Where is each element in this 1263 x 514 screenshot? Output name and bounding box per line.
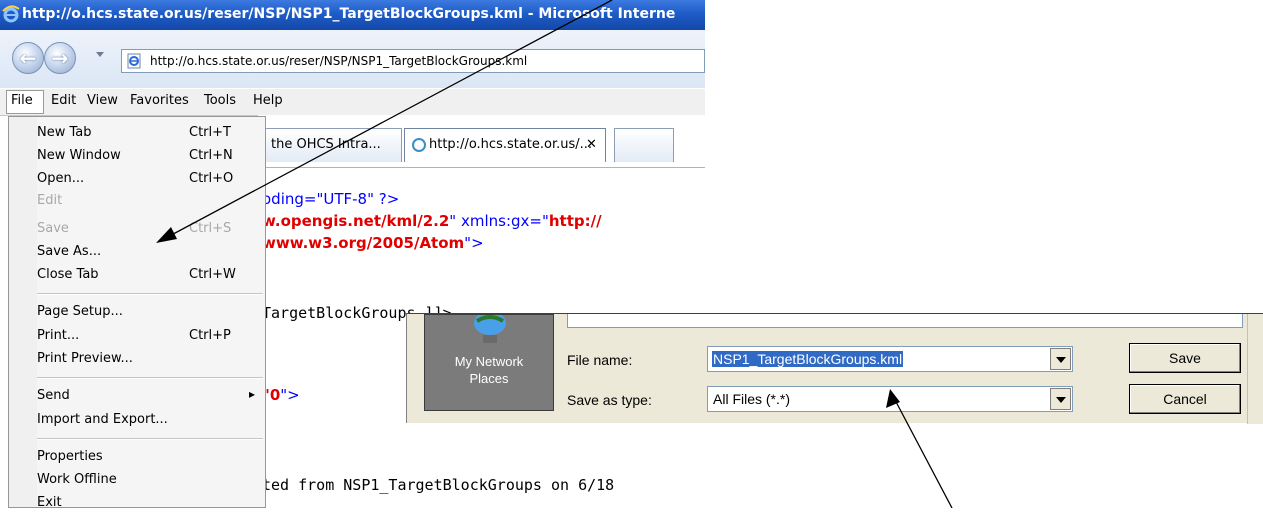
places-label-line-1: My Network [454, 354, 524, 369]
submenu-arrow-icon: ▸ [249, 387, 256, 401]
xml-line-2: w.opengis.net/kml/2.2" xmlns:gx="http:// [262, 212, 602, 230]
tab-ohcs-intranet[interactable]: the OHCS Intra... [258, 128, 402, 162]
my-network-places-button[interactable]: My Network Places [424, 314, 554, 411]
menu-item-exit[interactable]: Exit [9, 492, 265, 514]
xml-close: "> [464, 234, 484, 252]
menu-favorites[interactable]: Favorites [130, 93, 189, 108]
save-button[interactable]: Save [1129, 343, 1241, 373]
menu-item-print[interactable]: Print... Ctrl+P [9, 325, 265, 347]
menu-item-label: Save As... [37, 244, 102, 259]
chevron-down-icon[interactable] [1050, 348, 1071, 370]
menu-item-page-setup[interactable]: Page Setup... [9, 301, 265, 323]
menu-item-label: Work Offline [37, 472, 117, 487]
cancel-button[interactable]: Cancel [1129, 384, 1241, 414]
tab-label: the OHCS Intra... [271, 137, 381, 152]
menu-item-properties[interactable]: Properties [9, 446, 265, 468]
xml-line-3: www.w3.org/2005/Atom"> [262, 234, 484, 252]
menu-item-save-as[interactable]: Save As... [9, 241, 265, 263]
menu-item-shortcut: Ctrl+O [189, 171, 234, 186]
xml-line-1: oding="UTF-8" ?> [262, 190, 400, 208]
menu-item-label: Page Setup... [37, 304, 123, 319]
menu-item-new-tab[interactable]: New Tab Ctrl+T [9, 122, 265, 144]
tab-row: the OHCS Intra... http://o.hcs.state.or.… [258, 115, 705, 167]
dialog-edge [1247, 314, 1263, 424]
loading-icon [412, 138, 426, 152]
menu-tools[interactable]: Tools [204, 93, 236, 108]
xml-namespace-kml: w.opengis.net/kml/2.2 [262, 212, 450, 230]
save-as-type-combo[interactable]: All Files (*.*) [707, 386, 1073, 412]
save-as-dialog: My Network Places File name: NSP1_Target… [406, 313, 1263, 424]
title-bar: http://o.hcs.state.or.us/reser/NSP/NSP1_… [0, 0, 705, 30]
menu-item-label: Properties [37, 449, 103, 464]
network-globe-icon [474, 315, 506, 343]
folder-list-field[interactable] [567, 314, 1243, 328]
menu-item-label: New Tab [37, 125, 92, 140]
menu-item-label: Open... [37, 171, 85, 186]
menu-item-label: New Window [37, 148, 121, 163]
menu-item-label: Send [37, 388, 70, 403]
address-text: http://o.hcs.state.or.us/reser/NSP/NSP1_… [150, 54, 528, 68]
back-button[interactable]: ← [12, 42, 44, 74]
menu-item-send[interactable]: Send ▸ [9, 385, 265, 407]
xml-namespace-atom: www.w3.org/2005/Atom [262, 234, 465, 252]
history-dropdown-icon[interactable] [96, 52, 104, 57]
xml-line-5: "0"> [262, 386, 300, 404]
menu-item-label: Edit [37, 193, 63, 208]
menu-item-shortcut: Ctrl+N [189, 148, 233, 163]
back-arrow-icon: ← [19, 46, 37, 70]
menu-item-label: Import and Export... [37, 412, 168, 427]
ie-logo-icon [2, 5, 20, 23]
menu-separator [37, 377, 263, 379]
chevron-down-icon[interactable] [1050, 388, 1071, 410]
menu-item-work-offline[interactable]: Work Offline [9, 469, 265, 491]
file-menu: New Tab Ctrl+T New Window Ctrl+N Open...… [8, 116, 266, 510]
places-label-line-2: Places [469, 371, 509, 386]
address-bar[interactable]: http://o.hcs.state.or.us/reser/NSP/NSP1_… [121, 49, 705, 73]
save-as-type-label: Save as type: [567, 392, 652, 408]
menu-item-shortcut: Ctrl+S [189, 221, 232, 236]
menu-item-shortcut: Ctrl+T [189, 125, 231, 140]
menu-help[interactable]: Help [253, 93, 283, 108]
menu-item-label: Print... [37, 328, 80, 343]
xml-attr-gx: " xmlns:gx=" [449, 212, 549, 230]
forward-arrow-icon: → [51, 46, 69, 70]
menu-item-open[interactable]: Open... Ctrl+O [9, 168, 265, 190]
menu-item-close-tab[interactable]: Close Tab Ctrl+W [9, 264, 265, 286]
menu-view[interactable]: View [87, 93, 118, 108]
menu-separator [37, 293, 263, 295]
save-as-type-value: All Files (*.*) [713, 391, 791, 407]
window-title: http://o.hcs.state.or.us/reser/NSP/NSP1_… [22, 6, 676, 22]
menu-item-save: Save Ctrl+S [9, 218, 265, 240]
menu-bar: File Edit View Favorites Tools Help [0, 89, 705, 116]
xml-namespace-gx: http:// [548, 212, 602, 230]
menu-edit[interactable]: Edit [51, 93, 76, 108]
file-name-combo[interactable]: NSP1_TargetBlockGroups.kml [707, 346, 1073, 372]
file-name-value: NSP1_TargetBlockGroups.kml [712, 351, 904, 367]
tab-kml-active[interactable]: http://o.hcs.state.or.us/... ✕ [404, 128, 606, 162]
menu-item-label: Print Preview... [37, 351, 133, 366]
menu-item-shortcut: Ctrl+W [189, 267, 236, 282]
menu-separator [37, 438, 263, 440]
close-tab-icon[interactable]: ✕ [586, 137, 597, 152]
menu-file[interactable]: File [11, 93, 33, 108]
menu-item-import-export[interactable]: Import and Export... [9, 409, 265, 431]
menu-item-shortcut: Ctrl+P [189, 328, 231, 343]
attr-close: "> [280, 386, 300, 404]
new-tab-button[interactable] [614, 128, 674, 162]
page-icon [127, 53, 141, 69]
tab-label: http://o.hcs.state.or.us/... [429, 137, 593, 152]
menu-item-new-window[interactable]: New Window Ctrl+N [9, 145, 265, 167]
menu-item-print-preview[interactable]: Print Preview... [9, 348, 265, 370]
menu-item-label: Close Tab [37, 267, 99, 282]
forward-button[interactable]: → [44, 42, 76, 74]
menu-item-edit: Edit [9, 190, 265, 212]
file-name-label: File name: [567, 352, 633, 368]
xml-line-6: ted from NSP1_TargetBlockGroups on 6/18 [262, 476, 615, 494]
menu-item-label: Save [37, 221, 69, 236]
